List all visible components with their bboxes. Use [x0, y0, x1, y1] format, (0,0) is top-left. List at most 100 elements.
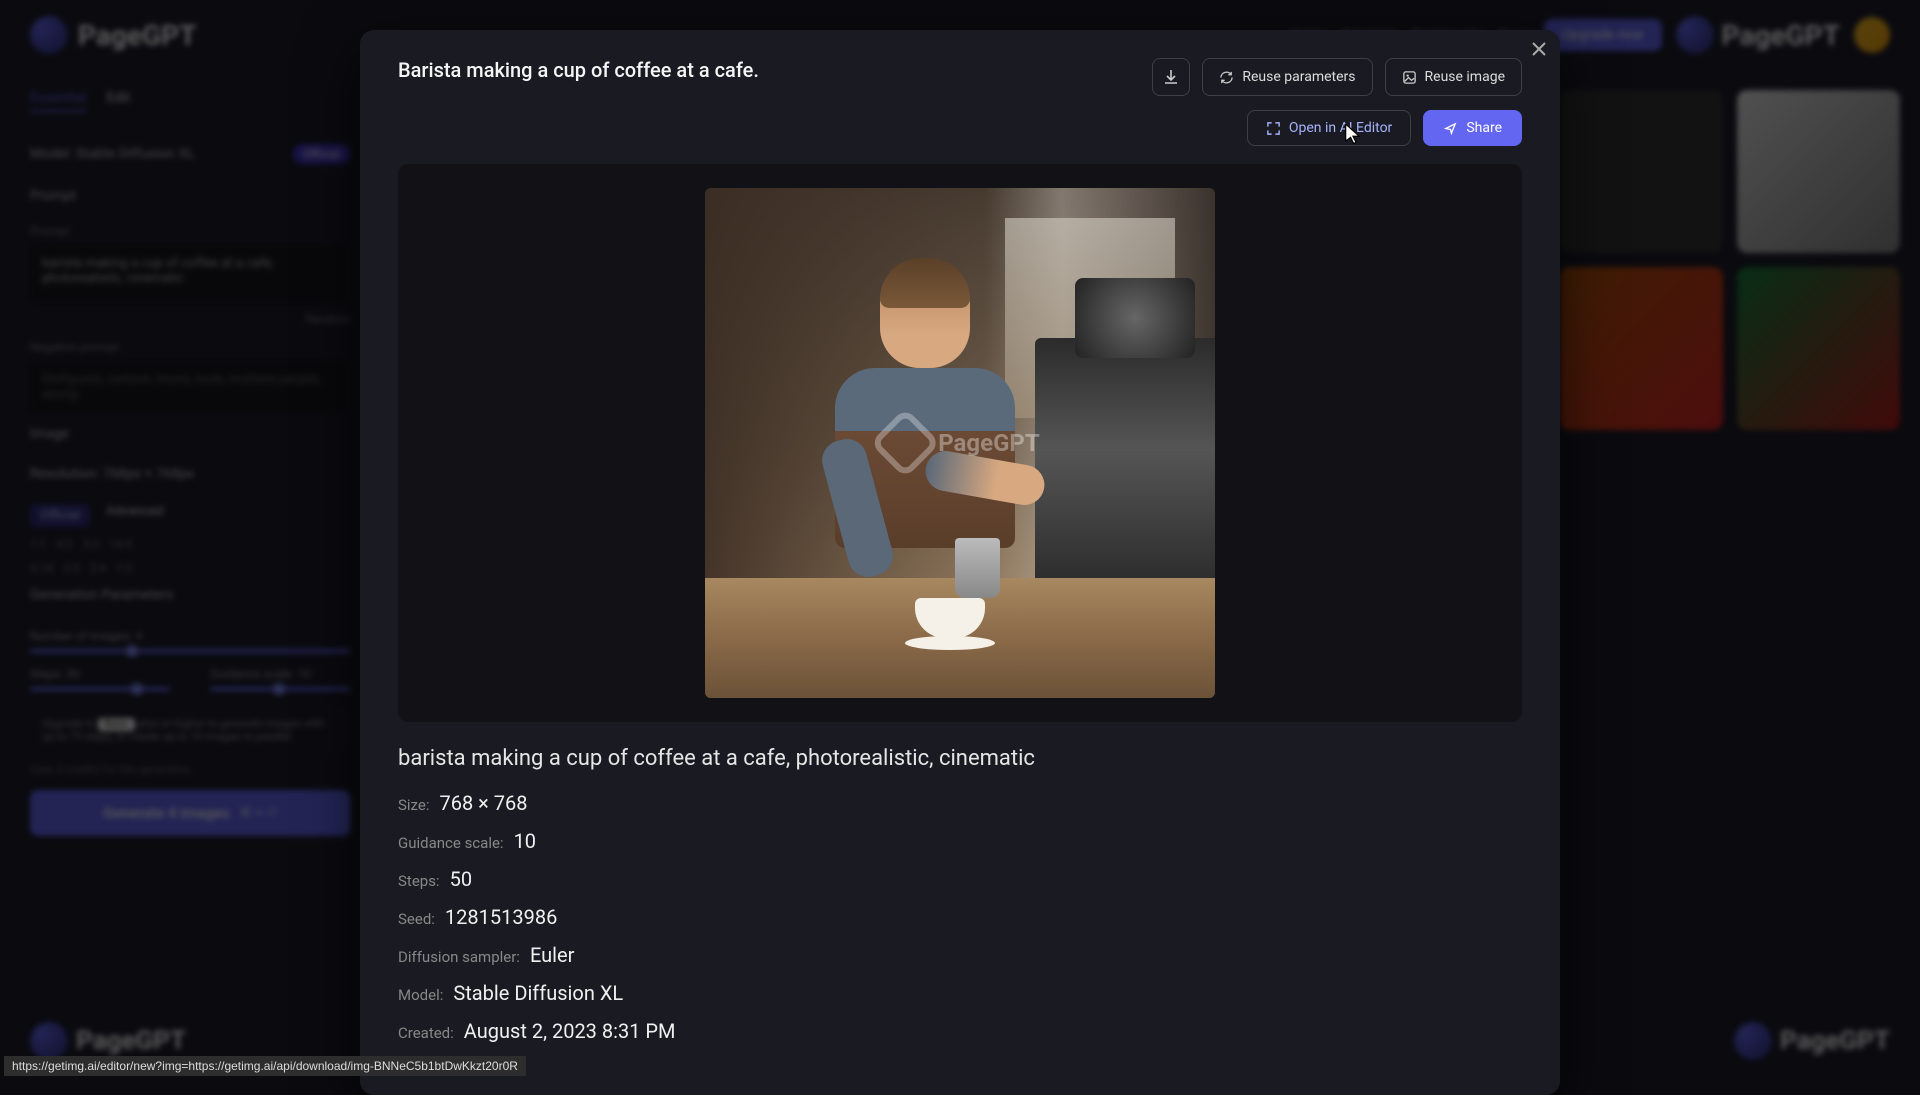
reuse-parameters-button[interactable]: Reuse parameters: [1202, 58, 1372, 96]
open-editor-button[interactable]: Open in AI Editor: [1247, 110, 1411, 146]
detail-value: 10: [514, 829, 536, 853]
detail-sampler: Diffusion sampler: Euler: [398, 943, 1522, 967]
modal-header: Barista making a cup of coffee at a cafe…: [398, 58, 1522, 96]
tab-official[interactable]: Official: [30, 504, 90, 527]
resolution-tabs: Official Advanced: [30, 504, 350, 527]
upgrade-button[interactable]: Upgrade now: [1544, 19, 1662, 51]
prompt-section-header[interactable]: Prompt: [30, 176, 350, 216]
aspect-badges: 1:1 4:3 3:2 16:9: [30, 537, 350, 551]
guidance-slider[interactable]: [210, 687, 350, 691]
modal-title: Barista making a cup of coffee at a cafe…: [398, 58, 759, 82]
detail-value: Euler: [530, 943, 574, 967]
tab-advanced[interactable]: Advanced: [106, 504, 163, 527]
image-details: barista making a cup of coffee at a cafe…: [398, 746, 1522, 1043]
section-title: Prompt: [30, 188, 76, 204]
image-detail-modal: Barista making a cup of coffee at a cafe…: [360, 30, 1560, 1095]
upsell-text: Upgrade to: [42, 717, 98, 730]
gallery-thumb[interactable]: [1737, 267, 1900, 430]
upsell-plan-pill: Basic: [98, 718, 135, 731]
aspect-badge[interactable]: 3:2: [83, 537, 99, 551]
aspect-badge[interactable]: 2:3: [63, 561, 79, 575]
aspect-badge[interactable]: 1:2: [116, 561, 132, 575]
aspect-badge[interactable]: 9:16: [30, 561, 53, 575]
detail-value: 50: [450, 867, 472, 891]
aspect-badges-2: 9:16 2:3 3:4 1:2: [30, 561, 350, 575]
aspect-badge[interactable]: 16:9: [109, 537, 132, 551]
generate-button[interactable]: Generate 4 images ⌘ + ⏎: [30, 790, 350, 836]
detail-model: Model: Stable Diffusion XL: [398, 981, 1522, 1005]
neg-prompt-input[interactable]: Disfigured, cartoon, blurry, nude, multi…: [30, 360, 350, 414]
expand-icon: [1266, 121, 1281, 136]
detail-label: Model:: [398, 986, 443, 1004]
image-section-header[interactable]: Image: [30, 414, 350, 454]
watermark-text: PageGPT: [938, 429, 1040, 457]
detail-seed: Seed: 1281513986: [398, 905, 1522, 929]
detail-guidance: Guidance scale: 10: [398, 829, 1522, 853]
download-button[interactable]: [1152, 58, 1190, 96]
close-icon: [1532, 42, 1546, 56]
detail-size: Size: 768 × 768: [398, 791, 1522, 815]
detail-label: Size:: [398, 796, 429, 814]
detail-created: Created: August 2, 2023 8:31 PM: [398, 1019, 1522, 1043]
gen-params-header[interactable]: Generation Parameters: [30, 575, 350, 615]
open-editor-label: Open in AI Editor: [1289, 120, 1392, 136]
brand-logo[interactable]: PageGPT: [30, 16, 196, 54]
share-button[interactable]: Share: [1423, 110, 1522, 146]
upsell-text: plan or higher to generate images with u…: [42, 717, 325, 743]
kbd-hint: ⌘ + ⏎: [239, 806, 277, 821]
gallery-thumb[interactable]: [1737, 90, 1900, 253]
download-icon: [1163, 69, 1179, 85]
detail-label: Seed:: [398, 910, 435, 928]
aspect-badge[interactable]: 1:1: [30, 537, 46, 551]
detail-label: Steps:: [398, 872, 440, 890]
detail-value: 1281513986: [445, 905, 557, 929]
footer-logo: PageGPT: [1734, 1022, 1890, 1060]
section-title: Resolution: 768px × 768px: [30, 466, 194, 482]
footer-logo: PageGPT: [30, 1022, 186, 1060]
num-images-slider[interactable]: [30, 649, 350, 653]
brand-name: PageGPT: [1780, 1026, 1890, 1056]
image-frame: PageGPT: [398, 164, 1522, 722]
brand-name: PageGPT: [78, 19, 196, 52]
close-button[interactable]: [1532, 42, 1546, 56]
share-label: Share: [1466, 120, 1502, 136]
generate-label: Generate 4 images: [103, 804, 229, 822]
gallery-thumb[interactable]: [1560, 90, 1723, 253]
detail-steps: Steps: 50: [398, 867, 1522, 891]
random-button[interactable]: Random: [30, 312, 350, 326]
aspect-badge[interactable]: 3:4: [90, 561, 106, 575]
aspect-badge[interactable]: 4:3: [56, 537, 72, 551]
detail-label: Guidance scale:: [398, 834, 504, 852]
gallery: [1560, 90, 1900, 430]
resolution-section-header[interactable]: Resolution: 768px × 768px: [30, 454, 350, 494]
model-row[interactable]: Model: Stable Diffusion XL Official: [30, 132, 350, 176]
logo-icon: [1734, 1022, 1772, 1060]
steps-slider[interactable]: [30, 687, 170, 691]
brand-name: PageGPT: [1722, 19, 1840, 52]
logo-icon: [870, 408, 941, 479]
tab-essential[interactable]: Essential: [30, 90, 87, 112]
reuse-image-button[interactable]: Reuse image: [1385, 58, 1522, 96]
model-label: Model: Stable Diffusion XL: [30, 146, 195, 162]
guidance-label: Guidance scale: 10: [210, 667, 350, 681]
generated-image[interactable]: PageGPT: [705, 188, 1215, 698]
logo-icon: [30, 16, 68, 54]
prompt-input[interactable]: barista making a cup of coffee at a cafe…: [30, 244, 350, 304]
gallery-thumb[interactable]: [1560, 267, 1723, 430]
credit-line: Uses 4 credits for this generation.: [30, 763, 350, 776]
image-watermark: PageGPT: [880, 418, 1040, 468]
steps-label: Steps: 50: [30, 667, 170, 681]
model-badge: Official: [293, 144, 350, 164]
logo-icon: [30, 1022, 68, 1060]
neg-prompt-heading: Negative prompt: [30, 340, 350, 354]
tab-edit[interactable]: Edit: [107, 90, 131, 112]
status-bar-url: https://getimg.ai/editor/new?img=https:/…: [4, 1056, 526, 1076]
modal-actions-secondary: Open in AI Editor Share: [398, 110, 1522, 146]
detail-value: Stable Diffusion XL: [453, 981, 623, 1005]
avatar[interactable]: [1854, 17, 1890, 53]
detail-value: 768 × 768: [439, 791, 527, 815]
num-images-label: Number of Images: 4: [30, 629, 350, 643]
sidebar-tabs: Essential Edit: [30, 90, 350, 112]
generation-sidebar: Essential Edit Model: Stable Diffusion X…: [0, 70, 380, 856]
reuse-image-label: Reuse image: [1425, 69, 1505, 85]
